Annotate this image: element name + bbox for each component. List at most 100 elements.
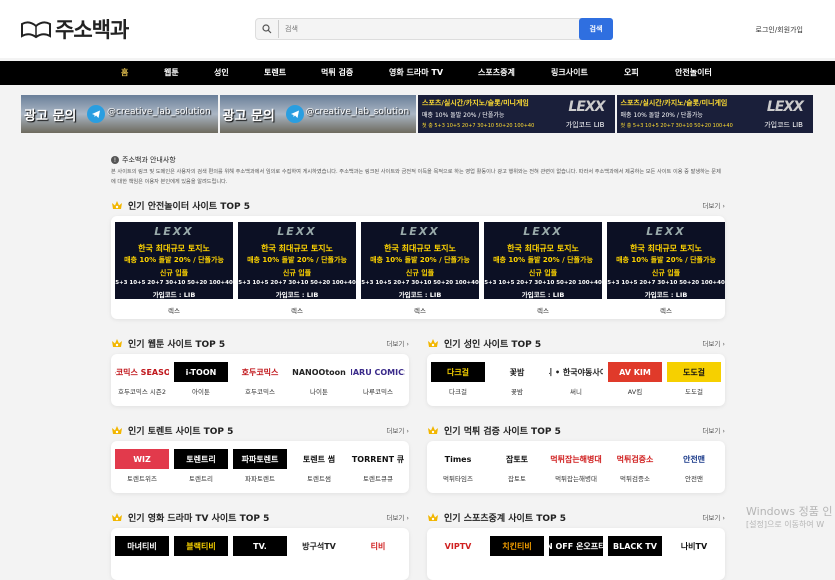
site-item[interactable]: VIPTV [430, 536, 486, 560]
site-item[interactable]: i-TOON 아이툰 [173, 362, 229, 396]
site-item[interactable]: BLACK TV [607, 536, 663, 560]
notice-text: 본 사이트의 링크 및 도메인은 사용자의 검색 편의를 위해 주소백과에서 임… [111, 169, 721, 185]
nav-sports[interactable]: 스포츠중계 [478, 61, 515, 85]
site-logo[interactable]: 주소백과 [20, 14, 129, 44]
more-link[interactable]: 더보기 › [702, 512, 725, 522]
site-name: 토렌트리 [189, 475, 213, 483]
section-title: 인기 성인 사이트 TOP 5 [444, 339, 542, 350]
crown-icon [428, 426, 438, 434]
ad-banner-lexx[interactable]: 스포츠/실시간/카지노/슬롯/미니게임 매충 10% 돌발 20% / 단폴가능… [418, 95, 615, 133]
tile-text: 매충 10% 돌발 20% / 단폴가능 [370, 256, 470, 264]
banner-line: 매충 10% 돌발 20% / 단폴가능 [422, 112, 505, 119]
tile-text: 한국 최대규모 토지노 [138, 244, 210, 253]
nav-webtoon[interactable]: 웹툰 [164, 61, 179, 85]
tile-text: LEXX [400, 225, 440, 238]
site-logo: 호두코믹스 SEASON2 [115, 362, 169, 382]
tile-text: 5+3 10+5 20+7 30+10 50+20 100+40 [238, 280, 356, 286]
nav-link-sites[interactable]: 링크사이트 [551, 61, 588, 85]
login-link[interactable]: 로그인/회원가입 [756, 25, 803, 35]
site-item[interactable]: 호두코믹스 SEASON2 호두코믹스 시즌2 [114, 362, 170, 396]
site-item[interactable]: 다크걸 다크걸 [430, 362, 486, 396]
site-tile-lexx[interactable]: LEXX 한국 최대규모 토지노 매충 10% 돌발 20% / 단폴가능 신규 입플… [607, 222, 725, 299]
section-title: 인기 스포츠중계 사이트 TOP 5 [444, 513, 566, 524]
nav-torrent[interactable]: 토렌트 [264, 61, 286, 85]
more-link[interactable]: 더보기 › [702, 200, 725, 210]
ad-banner-lexx[interactable]: 스포츠/실시간/카지노/슬롯/미니게임 매충 10% 돌발 20% / 단폴가능… [616, 95, 813, 133]
site-item[interactable]: 도도걸 도도걸 [666, 362, 722, 396]
site-tile-lexx[interactable]: LEXX 한국 최대규모 토지노 매충 10% 돌발 20% / 단폴가능 신규 입플… [238, 222, 356, 299]
tile-text: 5+3 10+5 20+7 30+10 50+20 100+40 [361, 280, 479, 286]
info-icon: ! [111, 156, 119, 164]
tile-text: 가입코드 : LIB [152, 291, 196, 299]
site-item[interactable]: 치킨티비 [489, 536, 545, 560]
site-item[interactable]: 호두코믹스 호두코믹스 [232, 362, 288, 396]
site-item[interactable]: 방구석TV [291, 536, 347, 560]
nav-home[interactable]: 홈 [121, 61, 128, 85]
site-name[interactable]: 렉스 [238, 305, 356, 315]
section-header: 인기 안전놀이터 사이트 TOP 5 더보기 › [111, 196, 725, 214]
banner-handle: @creative_lab_solution [107, 107, 211, 117]
more-link[interactable]: 더보기 › [702, 338, 725, 348]
site-item[interactable]: TORRENT 큐 토렌트큐큐 [350, 449, 406, 483]
site-tile-lexx[interactable]: LEXX 한국 최대규모 토지노 매충 10% 돌발 20% / 단폴가능 신규 입플… [115, 222, 233, 299]
site-name: 써니 [570, 388, 582, 396]
ad-banner-telegram[interactable]: 광고 문의 @creative_lab_solution [21, 95, 218, 133]
site-item[interactable]: 나비TV [666, 536, 722, 560]
banner-logo: LEXX [568, 99, 605, 115]
nav-adult[interactable]: 성인 [214, 61, 229, 85]
more-link[interactable]: 더보기 › [702, 425, 725, 435]
site-item[interactable]: 파파토렌트 파파토렌트 [232, 449, 288, 483]
site-item[interactable]: WIZ 토렌트위즈 [114, 449, 170, 483]
site-item[interactable]: 잡토토 잡토토 [489, 449, 545, 483]
site-logo: 먹튀검증소 [608, 449, 662, 469]
nav-movie-drama-tv[interactable]: 영화 드라마 TV [389, 61, 443, 85]
site-item[interactable]: AV KIM AV킴 [607, 362, 663, 396]
site-item[interactable]: Times 먹튀타임즈 [430, 449, 486, 483]
tile-text: 한국 최대규모 토지노 [261, 244, 333, 253]
more-link[interactable]: 더보기 › [386, 425, 409, 435]
site-item[interactable]: 블랙티비 [173, 536, 229, 560]
more-link[interactable]: 더보기 › [386, 338, 409, 348]
nav-op[interactable]: 오피 [624, 61, 639, 85]
ad-banner-telegram[interactable]: 광고 문의 @creative_lab_solution [219, 95, 416, 133]
site-item[interactable]: 마녀티비 [114, 536, 170, 560]
windows-watermark-sub: [설정]으로 이동하여 W [746, 520, 825, 529]
search-button[interactable]: 검색 [579, 18, 613, 40]
tile-text: 가입코드 : LIB [398, 291, 442, 299]
site-item[interactable]: 먹튀검증소 먹튀검증소 [607, 449, 663, 483]
site-name: 호두코믹스 시즌2 [117, 388, 167, 396]
site-item[interactable]: 티비 [350, 536, 406, 560]
tile-text: LEXX [523, 225, 563, 238]
site-logo: VIPTV [431, 536, 485, 556]
more-link[interactable]: 더보기 › [386, 512, 409, 522]
search-input[interactable] [278, 20, 579, 38]
nav-safe-playground[interactable]: 안전놀이터 [675, 61, 712, 85]
site-item[interactable]: 써니 • 한국야동사이트써니 [548, 362, 604, 396]
site-name[interactable]: 렉스 [361, 305, 479, 315]
site-item[interactable]: NANOOtoon 나이툰 [291, 362, 347, 396]
site-item[interactable]: 꽃밤 꽃밤 [489, 362, 545, 396]
site-item[interactable]: ON OFF 온오프티비 [548, 536, 604, 560]
site-item[interactable]: 안전맨 안전맨 [666, 449, 722, 483]
site-section-card: 인기 스포츠중계 사이트 TOP 5 더보기 › VIPTV치킨티비ON OFF 온… [427, 513, 725, 580]
site-name: 먹튀잡는해병대 [555, 475, 597, 483]
site-name[interactable]: 렉스 [607, 305, 725, 315]
site-name[interactable]: 렉스 [484, 305, 602, 315]
nav-verify[interactable]: 먹튀 검증 [321, 61, 353, 85]
site-logo: 도도걸 [667, 362, 721, 382]
site-item[interactable]: 토렌트 썸 토렌트썸 [291, 449, 347, 483]
site-name: 잡토토 [508, 475, 526, 483]
crown-icon [112, 513, 122, 521]
site-item[interactable]: NARU COMICS 나루코믹스 [350, 362, 406, 396]
site-tile-lexx[interactable]: LEXX 한국 최대규모 토지노 매충 10% 돌발 20% / 단폴가능 신규 입플… [484, 222, 602, 299]
site-tile-lexx[interactable]: LEXX 한국 최대규모 토지노 매충 10% 돌발 20% / 단폴가능 신규 입플… [361, 222, 479, 299]
site-name[interactable]: 렉스 [115, 305, 233, 315]
site-logo: 나비TV [667, 536, 721, 556]
site-name: AV킴 [627, 388, 643, 396]
brand-name: 주소백과 [55, 18, 129, 42]
safe-playground-card: 인기 안전놀이터 사이트 TOP 5 더보기 › LEXX 한국 최대규모 토지노… [111, 201, 725, 319]
site-item[interactable]: TV. [232, 536, 288, 560]
site-item[interactable]: 먹튀잡는해병대 먹튀잡는해병대 [548, 449, 604, 483]
tile-text: LEXX [277, 225, 317, 238]
site-item[interactable]: 토렌트리 토렌트리 [173, 449, 229, 483]
